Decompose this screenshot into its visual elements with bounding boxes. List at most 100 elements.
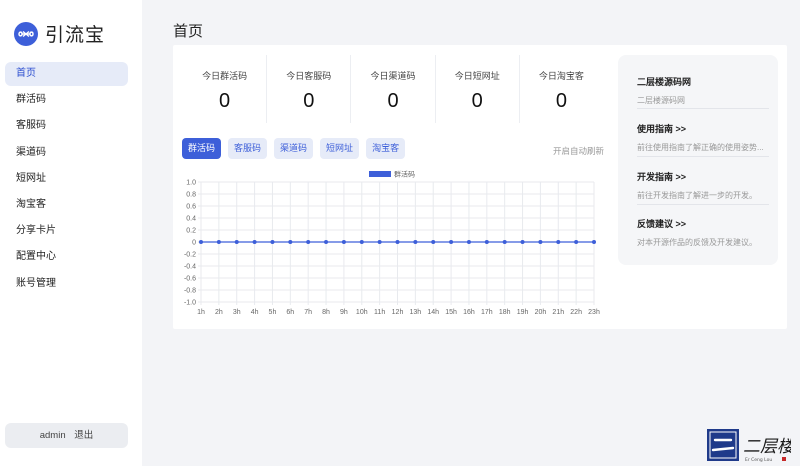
- brand-name: 引流宝: [45, 25, 106, 46]
- infinity-icon: [14, 21, 38, 46]
- line-chart: 1.0 0.8 0.6 0.4 0.2 0 -0.2 -0.4 -0.6 -0.8 -1.01h 2h…: [184, 170, 600, 317]
- sp-item-feedback[interactable]: 反馈建议 >> 对本开源作品的反馈及开发建议。: [637, 217, 769, 248]
- sidebar-item-config[interactable]: 配置中心: [5, 245, 128, 269]
- x-tick-label: 5h: [269, 309, 277, 316]
- sidebar-item-short-url[interactable]: 短网址: [5, 167, 128, 191]
- logout-link[interactable]: 退出: [74, 430, 93, 441]
- data-point: [484, 240, 489, 244]
- legend-swatch: [369, 171, 391, 177]
- sidebar: 引流宝 首页 群活码 客服码 渠道码 短网址 淘宝客 分享卡片 配置中心 账号管…: [0, 0, 142, 466]
- tab-short-url[interactable]: 短网址: [320, 138, 360, 159]
- data-point: [359, 240, 364, 244]
- x-tick-label: 15h: [445, 309, 457, 316]
- sp-title: 二层楼源码网: [637, 77, 692, 87]
- x-tick-label: 8h: [322, 309, 330, 316]
- auto-refresh-toggle[interactable]: 开启自动刷新: [553, 145, 604, 157]
- x-tick-label: 13h: [410, 309, 422, 316]
- x-tick-label: 4h: [251, 309, 259, 316]
- stat-service-code: 今日客服码 0: [267, 55, 352, 123]
- x-tick-label: 6h: [286, 309, 294, 316]
- sp-title: 反馈建议 >>: [637, 219, 687, 229]
- sidebar-item-home[interactable]: 首页: [5, 62, 128, 86]
- divider: [637, 108, 769, 109]
- x-tick-label: 1h: [197, 309, 205, 316]
- data-point: [449, 240, 454, 244]
- data-point: [395, 240, 400, 244]
- stat-value: 0: [387, 90, 399, 112]
- sp-item-usage-guide[interactable]: 使用指南 >> 前往使用指南了解正确的使用姿势...: [637, 122, 769, 153]
- data-point: [324, 240, 329, 244]
- legend-label: 群活码: [394, 170, 415, 179]
- sidebar-item-service-code[interactable]: 客服码: [5, 114, 128, 138]
- watermark-subtext: Er Ceng Lou: [745, 457, 772, 463]
- page-title: 首页: [173, 23, 204, 40]
- watermark-text: 二层楼: [743, 437, 791, 457]
- x-tick-label: 16h: [463, 309, 475, 316]
- y-tick-label: -0.2: [184, 252, 196, 259]
- stat-value: 0: [219, 90, 231, 112]
- stat-label: 今日群活码: [202, 71, 248, 81]
- tab-group-code[interactable]: 群活码: [182, 138, 222, 159]
- y-tick-label: -0.4: [184, 264, 196, 271]
- data-point: [538, 240, 543, 244]
- data-point: [199, 240, 203, 244]
- data-point: [216, 240, 221, 244]
- sidebar-item-account[interactable]: 账号管理: [5, 272, 128, 296]
- data-point: [466, 240, 471, 244]
- x-tick-label: 19h: [517, 309, 529, 316]
- stat-value: 0: [303, 90, 315, 112]
- sidebar-item-group-code[interactable]: 群活码: [5, 88, 128, 112]
- stats-row: 今日群活码 0 今日客服码 0 今日渠道码 0 今日短网址 0 今日淘宝客 0: [183, 55, 603, 123]
- data-point: [556, 240, 561, 244]
- data-point: [270, 240, 275, 244]
- tab-taobaoke[interactable]: 淘宝客: [366, 138, 406, 159]
- data-point: [592, 240, 596, 244]
- sp-desc: 对本开源作品的反馈及开发建议。: [637, 238, 757, 247]
- sp-item-site[interactable]: 二层楼源码网 二层楼源码网: [637, 75, 769, 106]
- stat-label: 今日客服码: [286, 71, 332, 81]
- sidebar-item-share-card[interactable]: 分享卡片: [5, 219, 128, 243]
- stat-value: 0: [555, 90, 567, 112]
- y-tick-label: -1.0: [184, 300, 196, 307]
- y-tick-label: 1.0: [186, 180, 196, 187]
- stat-taobaoke: 今日淘宝客 0: [520, 55, 603, 123]
- sp-desc: 前往使用指南了解正确的使用姿势...: [637, 143, 764, 152]
- data-point: [288, 240, 293, 244]
- username: admin: [39, 430, 66, 441]
- x-tick-label: 7h: [304, 309, 312, 316]
- sidebar-item-channel-code[interactable]: 渠道码: [5, 141, 128, 165]
- x-tick-label: 23h: [588, 309, 600, 316]
- tab-service-code[interactable]: 客服码: [228, 138, 268, 159]
- sp-desc: 二层楼源码网: [637, 96, 685, 105]
- user-box: admin 退出: [5, 423, 128, 448]
- divider: [637, 156, 769, 157]
- x-tick-label: 20h: [535, 309, 547, 316]
- tab-channel-code[interactable]: 渠道码: [274, 138, 314, 159]
- x-tick-label: 14h: [427, 309, 439, 316]
- sp-item-dev-guide[interactable]: 开发指南 >> 前往开发指南了解进一步的开发。: [637, 170, 769, 201]
- sp-title: 开发指南 >>: [637, 172, 687, 182]
- y-tick-label: 0.4: [186, 216, 196, 223]
- y-tick-label: 0.8: [186, 192, 196, 199]
- x-tick-label: 17h: [481, 309, 493, 316]
- sp-title: 使用指南 >>: [637, 124, 687, 134]
- data-point: [574, 240, 579, 244]
- sidebar-item-taobaoke[interactable]: 淘宝客: [5, 193, 128, 217]
- watermark-logo: 二层楼 Er Ceng Lou: [707, 429, 791, 463]
- data-point: [413, 240, 418, 244]
- x-tick-label: 12h: [392, 309, 404, 316]
- data-point: [377, 240, 382, 244]
- data-point: [252, 240, 257, 244]
- y-tick-label: 0.6: [186, 204, 196, 211]
- data-point: [502, 240, 507, 244]
- divider: [637, 204, 769, 205]
- brand[interactable]: 引流宝: [14, 20, 105, 47]
- data-point: [431, 240, 436, 244]
- sp-desc: 前往开发指南了解进一步的开发。: [637, 191, 757, 200]
- x-tick-label: 3h: [233, 309, 241, 316]
- stat-label: 今日淘宝客: [538, 71, 584, 81]
- stat-value: 0: [471, 90, 483, 112]
- chart-tabs: 群活码 客服码 渠道码 短网址 淘宝客: [182, 138, 412, 159]
- x-tick-label: 18h: [499, 309, 511, 316]
- sidebar-nav: 首页 群活码 客服码 渠道码 短网址 淘宝客 分享卡片 配置中心 账号管理: [5, 62, 128, 298]
